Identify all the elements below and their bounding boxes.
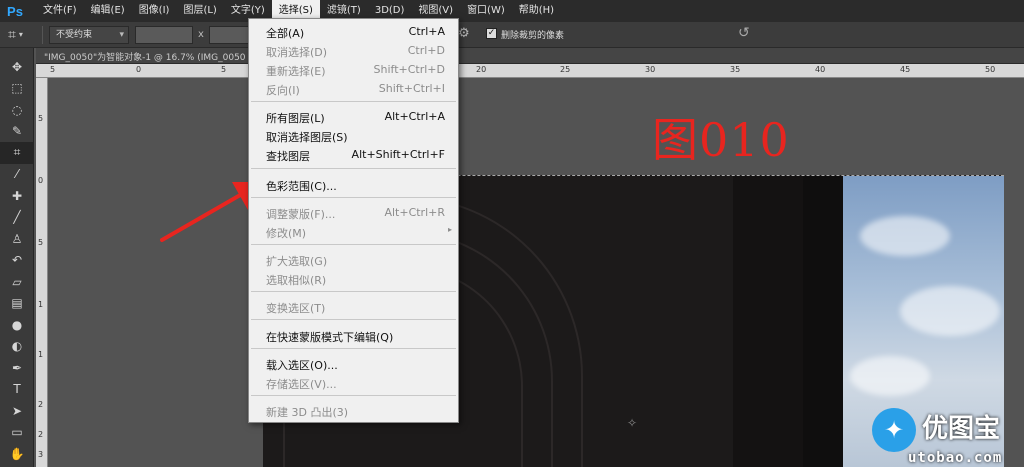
ruler-number: 5 bbox=[221, 65, 227, 74]
menu-separator bbox=[251, 319, 456, 320]
crop-tool-icon[interactable]: ⌗ bbox=[0, 142, 34, 164]
menu-item-deselect-layers[interactable]: 取消选择图层(S) bbox=[249, 126, 458, 145]
options-bar: ⌗ ▾ 不受约束 x ⚙ ✓ 删除裁剪的像素 ↺ bbox=[0, 22, 1024, 48]
photoshop-logo[interactable]: Ps bbox=[4, 0, 26, 22]
eyedropper-tool-icon[interactable]: ⁄ bbox=[0, 164, 34, 186]
marquee-tool-icon[interactable]: ⬚ bbox=[0, 78, 34, 100]
menu-separator bbox=[251, 395, 456, 396]
blur-tool-icon[interactable]: ● bbox=[0, 314, 34, 336]
ruler-number: 30 bbox=[645, 65, 656, 74]
menu-file[interactable]: 文件(F) bbox=[36, 0, 84, 22]
menu-item-reselect[interactable]: 重新选择(E) Shift+Ctrl+D bbox=[249, 60, 458, 79]
pen-tool-icon[interactable]: ✒ bbox=[0, 357, 34, 379]
menu-separator bbox=[251, 101, 456, 102]
ruler-number: 3 bbox=[38, 450, 44, 459]
menu-item-color-range[interactable]: 色彩范围(C)... bbox=[249, 175, 458, 194]
dodge-tool-icon[interactable]: ◐ bbox=[0, 336, 34, 358]
ruler-number: 5 bbox=[38, 114, 44, 123]
ruler-number: 35 bbox=[730, 65, 741, 74]
menu-image[interactable]: 图像(I) bbox=[132, 0, 177, 22]
menu-item-modify[interactable]: 修改(M) ▸ bbox=[249, 222, 458, 241]
bird-logo-icon: ✦ bbox=[872, 408, 916, 452]
ruler-left[interactable]: 5 0 5 1 1 2 2 3 bbox=[36, 78, 48, 467]
photo-tower bbox=[803, 176, 843, 467]
ruler-number: 1 bbox=[38, 300, 44, 309]
crop-ratio-select[interactable]: 不受约束 bbox=[49, 25, 129, 44]
ruler-number: 50 bbox=[985, 65, 996, 74]
menu-item-find-layers[interactable]: 查找图层 Alt+Shift+Ctrl+F bbox=[249, 145, 458, 164]
reset-icon[interactable]: ↺ bbox=[738, 25, 750, 41]
menu-item-all-layers[interactable]: 所有图层(L) Alt+Ctrl+A bbox=[249, 107, 458, 126]
menu-bar: Ps 文件(F) 编辑(E) 图像(I) 图层(L) 文字(Y) 选择(S) 滤… bbox=[0, 0, 1024, 22]
menu-separator bbox=[251, 291, 456, 292]
menu-item-grow[interactable]: 扩大选取(G) bbox=[249, 250, 458, 269]
ruler-number: 20 bbox=[476, 65, 487, 74]
ratio-x-label: x bbox=[198, 29, 204, 40]
select-menu-dropdown: 全部(A) Ctrl+A 取消选择(D) Ctrl+D 重新选择(E) Shift+C… bbox=[248, 18, 459, 423]
lasso-tool-icon[interactable]: ◌ bbox=[0, 99, 34, 121]
document-title: "IMG_0050"为智能对象-1 @ 16.7% (IMG_0050 副 bbox=[44, 53, 258, 63]
menu-item-new-3d-extrusion[interactable]: 新建 3D 凸出(3) bbox=[249, 401, 458, 420]
menu-edit[interactable]: 编辑(E) bbox=[84, 0, 132, 22]
gradient-tool-icon[interactable]: ▤ bbox=[0, 293, 34, 315]
options-divider bbox=[42, 25, 43, 44]
ruler-number: 0 bbox=[136, 65, 142, 74]
ruler-number: 2 bbox=[38, 400, 44, 409]
move-tool-icon[interactable]: ✥ bbox=[0, 56, 34, 78]
menu-window[interactable]: 窗口(W) bbox=[460, 0, 512, 22]
menu-item-transform-selection[interactable]: 变换选区(T) bbox=[249, 297, 458, 316]
path-select-tool-icon[interactable]: ➤ bbox=[0, 400, 34, 422]
submenu-arrow-icon: ▸ bbox=[447, 225, 452, 234]
menu-item-similar[interactable]: 选取相似(R) bbox=[249, 269, 458, 288]
healing-brush-tool-icon[interactable]: ✚ bbox=[0, 185, 34, 207]
figure-label: 图010 bbox=[652, 113, 790, 167]
watermark-en: utobao.com bbox=[908, 450, 1003, 466]
type-tool-icon[interactable]: T bbox=[0, 379, 34, 401]
photo-cloud bbox=[900, 286, 1000, 336]
crosshair-icon: ✧ bbox=[627, 416, 638, 430]
delete-cropped-label: 删除裁剪的像素 bbox=[501, 31, 565, 41]
ruler-number: 5 bbox=[38, 238, 44, 247]
crop-tool-preset-icon[interactable]: ⌗ ▾ bbox=[8, 25, 36, 45]
history-brush-tool-icon[interactable]: ↶ bbox=[0, 250, 34, 272]
brush-tool-icon[interactable]: ╱ bbox=[0, 207, 34, 229]
ruler-number: 40 bbox=[815, 65, 826, 74]
ruler-number: 2 bbox=[38, 430, 44, 439]
ruler-number: 0 bbox=[38, 176, 44, 185]
menu-item-inverse[interactable]: 反向(I) Shift+Ctrl+I bbox=[249, 79, 458, 98]
menu-item-deselect[interactable]: 取消选择(D) Ctrl+D bbox=[249, 41, 458, 60]
menu-separator bbox=[251, 168, 456, 169]
shape-tool-icon[interactable]: ▭ bbox=[0, 422, 34, 444]
ruler-number: 45 bbox=[900, 65, 911, 74]
hand-tool-icon[interactable]: ✋ bbox=[0, 443, 34, 465]
gear-icon[interactable]: ⚙ bbox=[458, 26, 470, 41]
photo-cloud bbox=[860, 216, 950, 256]
ruler-number: 25 bbox=[560, 65, 571, 74]
menu-help[interactable]: 帮助(H) bbox=[512, 0, 561, 22]
watermark-cn: 优图宝 bbox=[922, 414, 1001, 444]
quick-select-tool-icon[interactable]: ✎ bbox=[0, 121, 34, 143]
ruler-number: 5 bbox=[50, 65, 56, 74]
eraser-tool-icon[interactable]: ▱ bbox=[0, 271, 34, 293]
menu-separator bbox=[251, 244, 456, 245]
photo-cloud bbox=[850, 356, 930, 396]
ruler-top[interactable]: 5 0 5 10 15 20 25 30 35 40 45 50 bbox=[36, 64, 1024, 78]
menu-layer[interactable]: 图层(L) bbox=[176, 0, 223, 22]
menu-item-refine-mask[interactable]: 调整蒙版(F)... Alt+Ctrl+R bbox=[249, 203, 458, 222]
toolbox: ✥ ⬚ ◌ ✎ ⌗ ⁄ ✚ ╱ ♙ ↶ ▱ ▤ ● ◐ ✒ T ➤ ▭ ✋ bbox=[0, 48, 34, 467]
menu-item-quick-mask[interactable]: 在快速蒙版模式下编辑(Q) bbox=[249, 326, 458, 345]
menu-item-load-selection[interactable]: 载入选区(O)... bbox=[249, 354, 458, 373]
delete-cropped-checkbox[interactable]: ✓ bbox=[486, 28, 497, 39]
menu-separator bbox=[251, 348, 456, 349]
menu-separator bbox=[251, 197, 456, 198]
menu-item-save-selection[interactable]: 存储选区(V)... bbox=[249, 373, 458, 392]
document-tab[interactable]: "IMG_0050"为智能对象-1 @ 16.7% (IMG_0050 副 bbox=[36, 48, 1024, 64]
watermark: ✦ 优图宝 utobao.com bbox=[868, 404, 1024, 467]
menu-item-select-all[interactable]: 全部(A) Ctrl+A bbox=[249, 22, 458, 41]
crop-width-field[interactable] bbox=[135, 25, 193, 44]
ruler-number: 1 bbox=[38, 350, 44, 359]
clone-stamp-tool-icon[interactable]: ♙ bbox=[0, 228, 34, 250]
